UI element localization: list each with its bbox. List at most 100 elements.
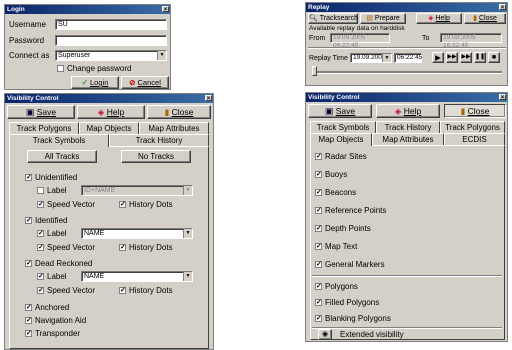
close-button[interactable]: ▮ Close [444,104,506,118]
dead-reckoned-label-row[interactable]: Label [37,271,67,282]
tab-map-attributes[interactable]: Map Attributes [372,133,444,145]
checkbox[interactable] [315,281,322,292]
anchored-row[interactable]: Anchored [25,302,69,313]
checkbox[interactable] [25,315,32,326]
chevron-down-icon[interactable]: ▼ [183,186,192,195]
close-icon[interactable]: × [205,95,212,102]
checkbox[interactable] [37,228,44,239]
identified-speed-row[interactable]: Speed Vector [37,242,95,253]
step-forward-button[interactable]: ▶▶ [446,52,458,63]
tracksearch-button[interactable]: 🔍︎ Tracksearch [308,13,358,24]
close-icon[interactable]: × [499,4,506,11]
identified-label-select[interactable]: NAME ▼ [81,228,193,239]
reference-points-row[interactable]: Reference Points [315,205,386,216]
checkbox[interactable] [37,187,44,195]
replay-slider-handle[interactable] [312,66,317,76]
close-button[interactable]: ▮ Close [464,13,506,24]
tab-track-history[interactable]: Track History [109,134,209,146]
identified-history-row[interactable]: History Dots [119,242,173,253]
help-button[interactable]: ◈ Help [376,104,440,118]
checkbox[interactable] [315,259,322,270]
polygons-row[interactable]: Polygons [315,281,358,292]
chevron-down-icon[interactable]: ▼ [183,272,192,281]
change-password-row[interactable]: Change password [57,63,131,74]
checkbox[interactable] [315,205,322,216]
dead-reckoned-history-row[interactable]: History Dots [119,285,173,296]
checkbox[interactable] [25,258,32,269]
replay-date-field[interactable]: 19.09.2005 ▼ [350,53,392,63]
close-button[interactable]: ▮ Close [147,105,211,119]
navigation-aid-row[interactable]: Navigation Aid [25,315,86,326]
beacons-row[interactable]: Beacons [315,187,356,198]
checkbox[interactable] [315,297,322,308]
tab-map-objects[interactable]: Map Objects [79,122,139,134]
checkbox[interactable] [119,242,126,253]
map-text-row[interactable]: Map Text [315,241,357,252]
transponder-row[interactable]: Transponder [25,328,80,339]
login-button[interactable]: ✓ Login [71,76,119,89]
help-button[interactable]: ◈ Help [77,105,145,119]
unidentified-checkbox-row[interactable]: Unidentified [25,172,77,183]
checkbox[interactable] [315,187,322,198]
tab-map-objects[interactable]: Map Objects [310,133,372,146]
checkbox[interactable] [315,313,322,324]
close-icon[interactable]: × [499,94,506,101]
chevron-down-icon[interactable]: ▼ [382,54,391,62]
unidentified-label-select[interactable]: ID+NAME ▼ [81,185,193,196]
fast-forward-button[interactable]: ▶▶ [460,52,472,63]
depth-points-row[interactable]: Depth Points [315,223,371,234]
checkbox[interactable] [37,285,44,296]
replay-slider-track[interactable] [312,71,502,74]
checkbox[interactable] [25,172,32,183]
checkbox[interactable] [37,199,44,210]
help-button[interactable]: ◈ Help [416,13,462,24]
checkbox[interactable] [119,199,126,210]
checkbox[interactable] [315,241,322,252]
dead-reckoned-label-select[interactable]: NAME ▼ [81,271,193,282]
filled-polygons-row[interactable]: Filled Polygons [315,297,379,308]
general-markers-row[interactable]: General Markers [315,259,385,270]
checkbox[interactable] [25,328,32,339]
dead-reckoned-checkbox-row[interactable]: Dead Reckoned [25,258,92,269]
cancel-button[interactable]: ⊘ Cancel [121,76,169,89]
checkbox[interactable] [37,242,44,253]
save-button[interactable]: ▣ Save [308,104,372,118]
chevron-down-icon[interactable]: ▼ [157,51,166,60]
tab-track-symbols[interactable]: Track Symbols [9,134,109,147]
save-button[interactable]: ▣ Save [7,105,75,119]
unidentified-label-row[interactable]: Label [37,185,67,196]
to-field[interactable]: 19.09.2005 16:22:45 [440,33,502,49]
identified-label-row[interactable]: Label [37,228,67,239]
stop-button[interactable]: ■ [488,52,500,63]
dead-reckoned-speed-row[interactable]: Speed Vector [37,285,95,296]
password-input[interactable] [55,35,167,46]
from-field[interactable]: 19.09.2005 06:22:45 [330,33,390,49]
checkbox[interactable] [315,151,322,162]
tab-track-polygons[interactable]: Track Polygons [440,121,505,133]
identified-checkbox-row[interactable]: Identified [25,215,67,226]
tab-ecdis[interactable]: ECDIS [444,133,505,145]
pause-button[interactable]: ❚❚ [474,52,486,63]
checkbox[interactable] [315,169,322,180]
no-tracks-button[interactable]: No Tracks [121,150,191,163]
blanking-polygons-row[interactable]: Blanking Polygons [315,313,391,324]
checkbox[interactable] [25,302,32,313]
tab-track-history[interactable]: Track History [376,121,440,133]
username-input[interactable]: SU [55,19,167,30]
buoys-row[interactable]: Buoys [315,169,347,180]
tab-track-symbols[interactable]: Track Symbols [310,121,376,133]
all-tracks-button[interactable]: All Tracks [27,150,97,163]
checkbox[interactable] [25,215,32,226]
close-icon[interactable]: × [162,6,169,13]
chevron-down-icon[interactable]: ▼ [183,229,192,238]
connect-as-select[interactable]: Superuser ▼ [55,50,167,61]
replay-time-field[interactable]: 06:22:45 [394,53,422,63]
extended-visibility-button[interactable]: ◉ [318,329,332,340]
tab-track-polygons[interactable]: Track Polygons [9,122,79,134]
tab-map-attributes[interactable]: Map Attributes [139,122,209,134]
radar-sites-row[interactable]: Radar Sites [315,151,367,162]
unidentified-history-row[interactable]: History Dots [119,199,173,210]
change-password-checkbox[interactable] [57,65,64,73]
prepare-button[interactable]: ▤ Prepare [360,13,406,24]
checkbox[interactable] [37,271,44,282]
